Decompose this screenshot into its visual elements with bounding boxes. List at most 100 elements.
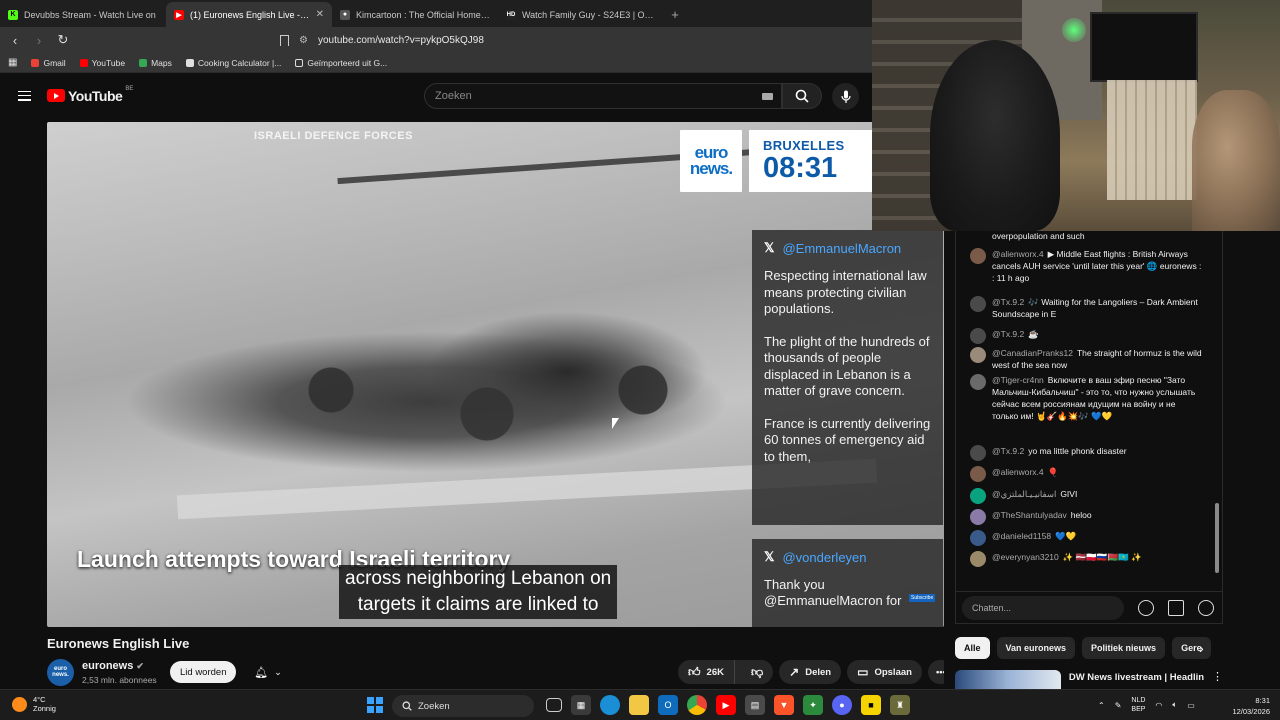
back-icon[interactable]: ‹ xyxy=(8,33,22,48)
chat-author[interactable]: @CanadianPranks12 xyxy=(992,348,1073,358)
taskbar-clock[interactable]: 8:31 12/03/2026 xyxy=(1228,695,1270,717)
chat-input[interactable]: Chatten... xyxy=(962,595,1124,620)
voice-search-button[interactable] xyxy=(832,83,859,110)
edge-icon[interactable] xyxy=(600,695,620,715)
chat-author[interactable]: @Tx.9.2 xyxy=(992,329,1024,339)
chat-text: 💙💛 xyxy=(1055,531,1077,541)
discord-icon[interactable]: ● xyxy=(832,695,852,715)
youtube-app-icon[interactable]: ▶ xyxy=(716,695,736,715)
chat-author[interactable]: @Tx.9.2 xyxy=(992,446,1024,456)
search-button[interactable] xyxy=(782,83,822,109)
game-app-icon[interactable]: ✦ xyxy=(803,695,823,715)
save-icon: ▭ xyxy=(857,665,869,679)
channel-name[interactable]: euronews ✔ xyxy=(82,660,157,672)
weather-widget[interactable]: 4°C Zonnig xyxy=(12,695,56,713)
chat-avatar xyxy=(970,509,986,525)
share-button[interactable]: ↗ Delen xyxy=(779,660,842,684)
dislike-button[interactable]: 👎︎ xyxy=(741,665,773,680)
more-vert-icon[interactable]: ⋮ xyxy=(1212,670,1223,690)
bookmark-cooking[interactable]: Cooking Calculator |... xyxy=(185,58,281,68)
tab-kimcartoon[interactable]: ● Kimcartoon : The Official Home | kim xyxy=(332,2,498,27)
site-info-icon[interactable]: ⚙ xyxy=(299,35,308,46)
youtube-header: YouTube BE Zoeken xyxy=(0,73,872,118)
chat-author[interactable]: @Tx.9.2 xyxy=(992,297,1024,307)
pen-icon[interactable]: ✎ xyxy=(1115,701,1122,710)
bookmark-folder-imported[interactable]: Geïmporteerd uit G... xyxy=(295,58,387,68)
video-title: Euronews English Live xyxy=(47,636,190,651)
task-view-icon[interactable] xyxy=(546,698,562,712)
emoji-icon[interactable] xyxy=(1138,599,1154,616)
save-button[interactable]: ▭ Opslaan xyxy=(847,660,922,684)
heart-icon[interactable] xyxy=(1198,599,1214,616)
search-input[interactable]: Zoeken xyxy=(424,83,782,109)
chat-author[interactable]: @Tiger-cr4nn xyxy=(992,375,1044,385)
battery-icon[interactable]: ▭ xyxy=(1187,701,1195,710)
tweet-paragraph: The plight of the hundreds of thousands … xyxy=(764,333,930,399)
reload-icon[interactable]: ↻ xyxy=(56,32,70,48)
tab-devubbs[interactable]: K Devubbs Stream - Watch Live on xyxy=(0,2,166,27)
taskbar-search-label: Zoeken xyxy=(418,700,450,712)
related-thumbnail[interactable] xyxy=(955,670,1061,690)
bookmark-maps[interactable]: Maps xyxy=(139,58,172,68)
keyboard-icon[interactable] xyxy=(762,93,773,100)
taskbar-apps: ▦ O ▶ ▤ ▼ ✦ ● ■ ♜ xyxy=(546,695,910,715)
bell-icon: 🔔︎ xyxy=(254,666,269,679)
video-player[interactable]: ISRAELI DEFENCE FORCES euro news. BRUXEL… xyxy=(47,122,944,627)
close-tab-icon[interactable]: ✕ xyxy=(316,9,324,20)
chat-author[interactable]: @alienworx.4 xyxy=(992,467,1044,477)
chat-author[interactable]: @TheShantulyadav xyxy=(992,510,1067,520)
forward-icon[interactable]: › xyxy=(32,33,46,48)
chat-avatar xyxy=(970,466,986,482)
chrome-icon[interactable] xyxy=(687,695,707,715)
windows-taskbar: 4°C Zonnig Zoeken ▦ O ▶ ▤ ▼ ✦ ● ■ ♜ ⌃ ✎ N… xyxy=(0,689,1280,720)
chat-message: @CanadianPranks12 The straight of hormuz … xyxy=(970,347,1202,371)
webcam-chair xyxy=(930,40,1060,231)
like-button[interactable]: 👍︎ 26K xyxy=(678,660,735,684)
notifications-button[interactable]: 🔔︎ ⌄ xyxy=(248,661,288,683)
chat-author[interactable]: @danieled1158 xyxy=(992,531,1051,541)
system-tray: ⌃ ✎ NLD BEP ◠ 🔈︎ ▭ xyxy=(1098,696,1195,714)
brave-icon[interactable]: ▼ xyxy=(774,695,794,715)
chip-related[interactable]: Gere xyxy=(1172,637,1211,659)
x-logo-icon: 𝕏 xyxy=(764,240,775,255)
chip-from-channel[interactable]: Van euronews xyxy=(996,637,1076,659)
bookmark-youtube[interactable]: YouTube xyxy=(79,58,125,68)
super-chat-icon[interactable] xyxy=(1168,599,1184,616)
chat-avatar xyxy=(970,445,986,461)
related-video[interactable]: DW News livestream | Headline ⋮ xyxy=(955,670,1223,690)
chat-author[interactable]: @اسفانيـيـالملتزي xyxy=(992,489,1056,499)
wifi-icon[interactable]: ◠ xyxy=(1155,701,1162,710)
join-button[interactable]: Lid worden xyxy=(170,661,237,683)
chat-scrollbar[interactable] xyxy=(1215,503,1219,573)
tweet-paragraph: Thank you @EmmanuelMacron for xyxy=(764,577,902,608)
chat-author[interactable]: @everynyan3210 xyxy=(992,552,1059,562)
store-icon[interactable]: ▦ xyxy=(571,695,591,715)
apps-icon[interactable]: ▦ xyxy=(8,57,17,68)
explorer-icon[interactable] xyxy=(629,695,649,715)
chevron-up-icon[interactable]: ⌃ xyxy=(1098,701,1105,710)
volume-icon[interactable]: 🔈︎ xyxy=(1172,700,1177,710)
caption-line: across neighboring Lebanon on xyxy=(345,568,612,589)
new-tab-button[interactable]: + xyxy=(664,2,686,27)
chip-politics[interactable]: Politiek nieuws xyxy=(1082,637,1166,659)
menu-icon[interactable] xyxy=(18,90,31,101)
app-icon[interactable]: ♜ xyxy=(890,695,910,715)
bookmark-gmail[interactable]: Gmail xyxy=(31,58,66,68)
channel-avatar[interactable]: euro news. xyxy=(47,659,74,686)
bookmark-icon[interactable] xyxy=(280,34,289,46)
chat-author[interactable]: @alienworx.4 xyxy=(992,249,1044,259)
start-button[interactable] xyxy=(367,697,383,713)
outlook-icon[interactable]: O xyxy=(658,695,678,715)
youtube-logo[interactable]: YouTube BE xyxy=(47,86,133,104)
chip-all[interactable]: Alle xyxy=(955,637,990,659)
taskbar-search[interactable]: Zoeken xyxy=(392,695,534,717)
tab-euronews[interactable]: ▶ (1) Euronews English Live - Yo ✕ xyxy=(166,2,332,27)
calculator-icon[interactable]: ▤ xyxy=(745,695,765,715)
related-title[interactable]: DW News livestream | Headline xyxy=(1069,672,1204,690)
tab-familyguy[interactable]: HD Watch Family Guy - S24E3 | Online HD xyxy=(498,2,664,27)
url-field[interactable]: youtube.com/watch?v=pykpO5kQJ98 xyxy=(318,35,484,46)
language-indicator[interactable]: NLD BEP xyxy=(1131,696,1145,714)
subscribe-watermark[interactable]: Subscribe xyxy=(909,594,936,602)
chevron-right-icon[interactable]: › xyxy=(1199,640,1204,656)
app-icon[interactable]: ■ xyxy=(861,695,881,715)
